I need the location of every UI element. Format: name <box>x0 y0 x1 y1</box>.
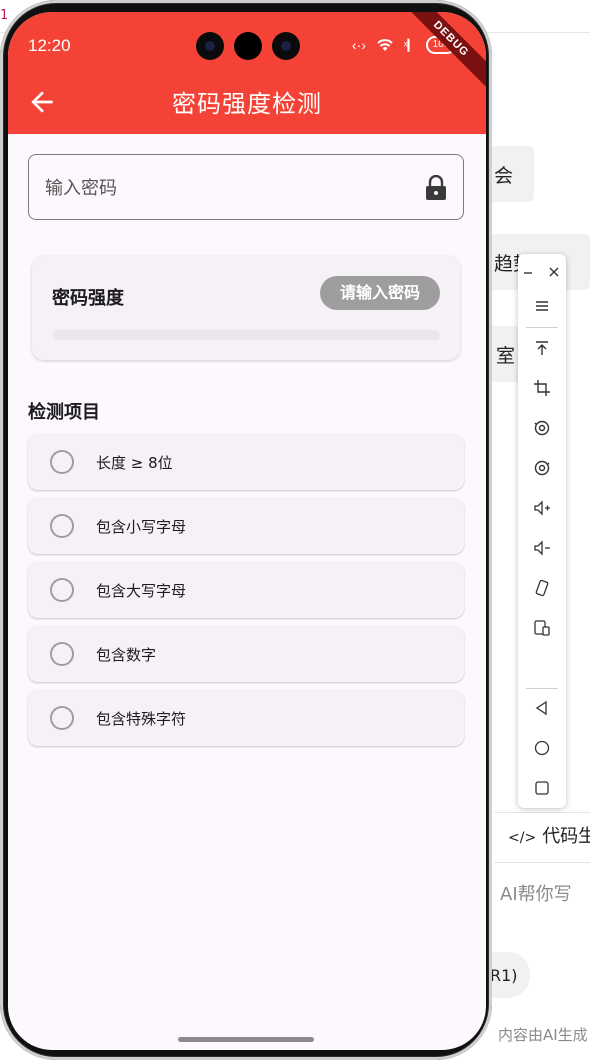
strength-card: 密码强度 请输入密码 <box>32 256 460 360</box>
camera-lens-icon <box>234 32 262 60</box>
lock-icon <box>426 175 446 200</box>
check-label: 长度 ≥ 8位 <box>96 454 173 472</box>
pin-top-icon[interactable] <box>518 330 566 366</box>
unchecked-circle-icon <box>50 450 74 474</box>
background-code-gen[interactable]: </> 代码生 <box>508 822 590 848</box>
checks-list: 长度 ≥ 8位 包含小写字母 包含大写字母 包含数字 包含特殊字符 <box>28 434 464 754</box>
volume-up-icon[interactable] <box>518 490 566 526</box>
home-indicator[interactable] <box>178 1037 314 1042</box>
app-bar: 12:20 ‹·› ˣ▎ 100 DEBUG 密码强度检测 <box>8 12 486 134</box>
unchecked-circle-icon <box>50 706 74 730</box>
device-icon[interactable] <box>518 610 566 646</box>
checks-section-title: 检测项目 <box>28 402 100 423</box>
check-item-digits: 包含数字 <box>28 626 464 682</box>
toolbar-separator <box>526 327 558 328</box>
phone-frame: 12:20 ‹·› ˣ▎ 100 DEBUG 密码强度检测 密码强度 请输入密码… <box>0 0 492 1060</box>
strength-status-badge: 请输入密码 <box>319 276 440 310</box>
strength-title: 密码强度 <box>52 288 124 309</box>
minimize-icon[interactable] <box>514 254 542 290</box>
check-label: 包含数字 <box>96 646 157 664</box>
check-item-uppercase: 包含大写字母 <box>28 562 464 618</box>
rotate-right-icon[interactable] <box>518 450 566 486</box>
background-divider <box>494 812 590 813</box>
rotate-left-icon[interactable] <box>518 410 566 446</box>
password-input[interactable] <box>43 173 407 203</box>
nfc-icon: ‹·› <box>351 37 366 53</box>
check-item-special: 包含特殊字符 <box>28 690 464 746</box>
check-label: 包含大写字母 <box>96 582 187 600</box>
menu-icon[interactable] <box>518 288 566 324</box>
check-label: 包含小写字母 <box>96 518 187 536</box>
check-item-lowercase: 包含小写字母 <box>28 498 464 554</box>
check-label: 包含特殊字符 <box>96 710 187 728</box>
strength-progress-bar <box>52 330 440 340</box>
nav-recents-icon[interactable] <box>518 770 566 806</box>
nav-home-icon[interactable] <box>518 730 566 766</box>
close-icon[interactable] <box>540 254 568 290</box>
unchecked-circle-icon <box>50 578 74 602</box>
phone-screen: 12:20 ‹·› ˣ▎ 100 DEBUG 密码强度检测 密码强度 请输入密码… <box>8 12 486 1050</box>
background-code-mark: 1 <box>0 8 8 23</box>
background-divider <box>494 862 590 863</box>
crop-icon[interactable] <box>518 370 566 406</box>
status-time: 12:20 <box>28 36 71 55</box>
unchecked-circle-icon <box>50 514 74 538</box>
volume-down-icon[interactable] <box>518 530 566 566</box>
wifi-icon <box>377 39 393 51</box>
camera-lens-icon <box>272 32 300 60</box>
check-item-length: 长度 ≥ 8位 <box>28 434 464 490</box>
shake-icon[interactable] <box>518 570 566 606</box>
nav-back-icon[interactable] <box>518 690 566 726</box>
background-ai-write[interactable]: AI帮你写 <box>500 880 572 906</box>
toolbar-separator <box>526 688 558 689</box>
unchecked-circle-icon <box>50 642 74 666</box>
no-signal-icon: ˣ▎ <box>403 39 416 52</box>
background-footer-note: 内容由AI生成 <box>498 1026 588 1044</box>
camera-lens-icon <box>196 32 224 60</box>
password-field[interactable] <box>28 154 464 220</box>
page-title: 密码强度检测 <box>172 90 322 118</box>
emulator-toolbar <box>518 254 566 808</box>
